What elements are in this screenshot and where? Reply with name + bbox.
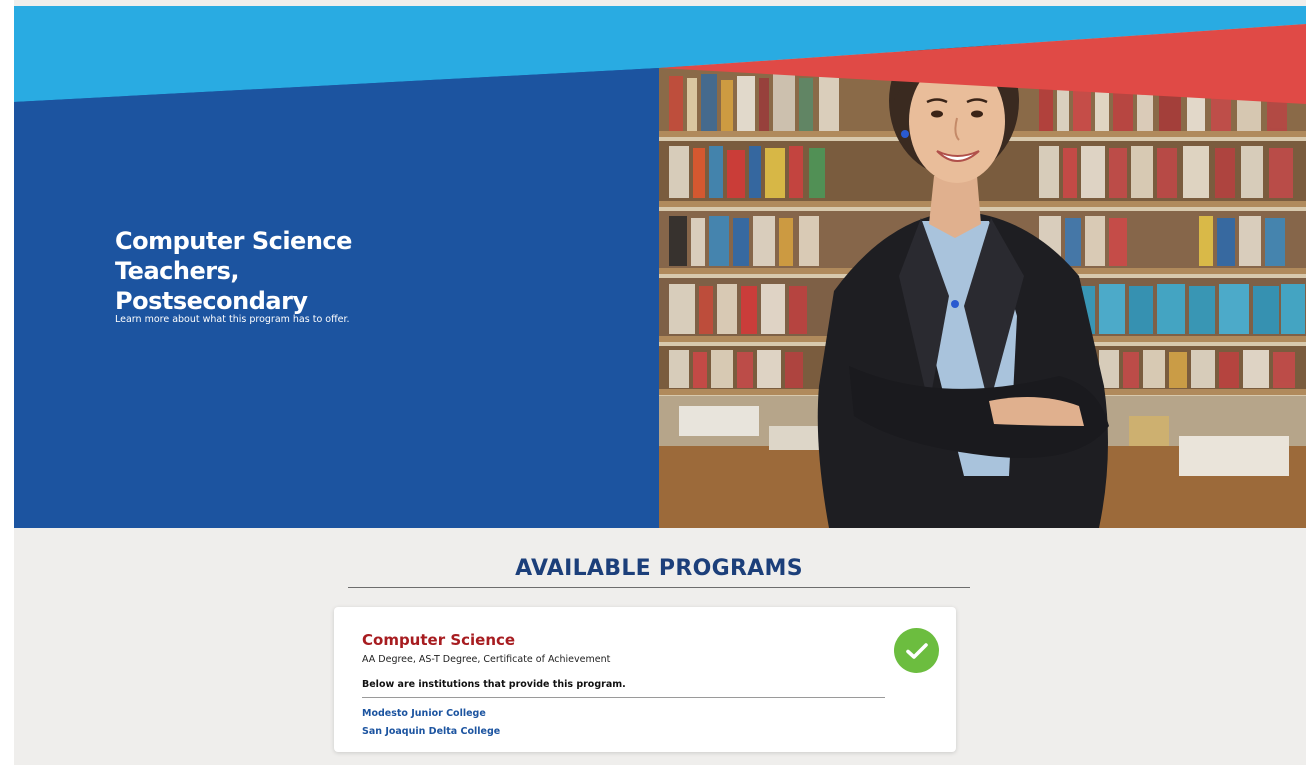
heading-divider [348, 587, 970, 588]
hero-decorative-bands [14, 6, 1306, 106]
check-circle-icon [894, 628, 939, 673]
hero-banner: Computer Science Teachers, Postsecondary… [14, 6, 1306, 528]
page-title: Computer Science Teachers, Postsecondary [115, 227, 352, 315]
hero-subtitle: Learn more about what this program has t… [115, 314, 350, 325]
program-degrees: AA Degree, AS-T Degree, Certificate of A… [362, 654, 611, 665]
program-title: Computer Science [362, 631, 516, 649]
hero-text: Computer Science Teachers, Postsecondary… [115, 226, 415, 326]
card-divider [362, 697, 885, 698]
institution-link-san-joaquin-delta-college[interactable]: San Joaquin Delta College [362, 726, 500, 737]
section-heading: AVAILABLE PROGRAMS [515, 556, 803, 581]
list-item: Modesto Junior College [362, 705, 500, 723]
program-card: Computer Science AA Degree, AS-T Degree,… [334, 607, 956, 752]
institutions-intro: Below are institutions that provide this… [362, 679, 626, 690]
list-item: San Joaquin Delta College [362, 723, 500, 741]
institution-list: Modesto Junior College San Joaquin Delta… [362, 705, 500, 741]
available-programs-section: AVAILABLE PROGRAMS [348, 552, 970, 588]
institution-link-modesto-junior-college[interactable]: Modesto Junior College [362, 708, 486, 719]
